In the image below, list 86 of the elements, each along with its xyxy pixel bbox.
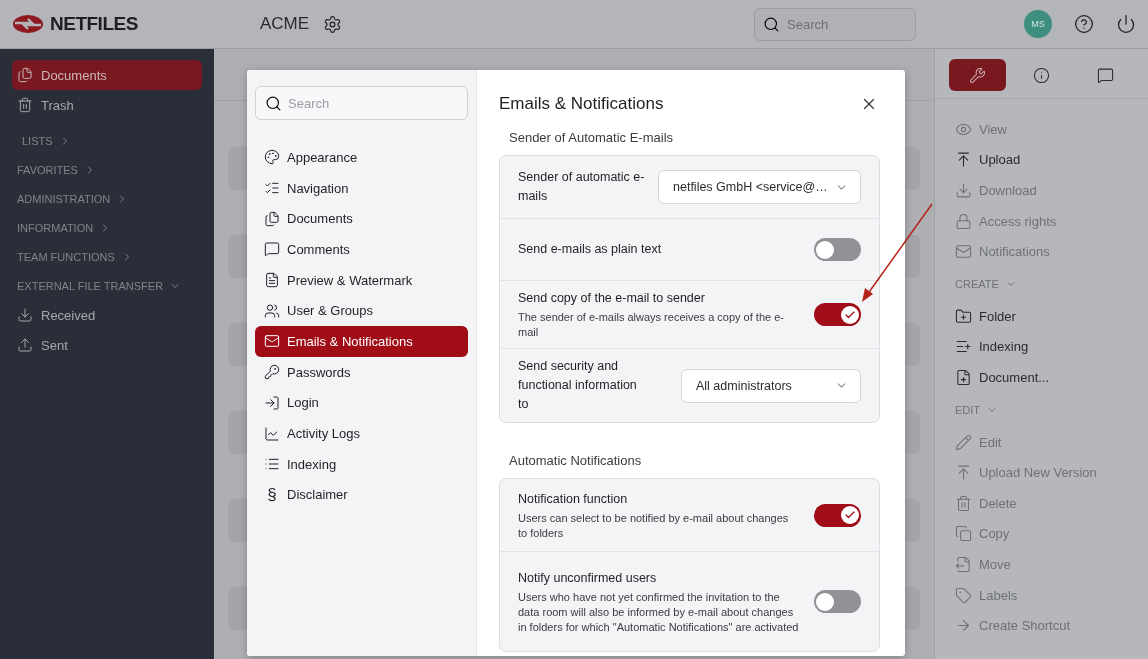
select-field[interactable]: All administrators: [681, 368, 861, 403]
upload-icon: [955, 151, 972, 169]
download-icon: [955, 182, 972, 199]
envelope-icon: [264, 333, 280, 350]
upload-icon: [17, 337, 33, 353]
chart-icon: [264, 425, 280, 442]
lock-icon: [955, 212, 972, 230]
sidebar-section[interactable]: FAVORITES: [12, 155, 202, 184]
action-item[interactable]: Indexing: [955, 331, 1128, 363]
sidebar-item[interactable]: Sent: [12, 330, 202, 360]
section-sign-icon: §: [264, 484, 280, 505]
sidebar-section[interactable]: ADMINISTRATION: [12, 184, 202, 213]
comment-icon: [1097, 66, 1114, 84]
pencil-icon: [955, 433, 972, 451]
info-icon: [1033, 66, 1050, 84]
panel-tab[interactable]: [949, 59, 1006, 91]
settings-nav-item[interactable]: Activity Logs: [255, 418, 468, 449]
settings-nav-item[interactable]: User & Groups: [255, 295, 468, 327]
search-field[interactable]: Search: [255, 86, 468, 120]
setting-description: Users can select to be notified by e-mail about changes to folders: [518, 510, 790, 541]
sidebar-section[interactable]: EXTERNAL FILE TRANSFER: [12, 271, 202, 300]
section-heading: Automatic Notifications: [508, 453, 643, 468]
check-icon: [844, 509, 856, 521]
workspace-name: ACME: [260, 14, 310, 34]
settings-nav-item[interactable]: Preview & Watermark: [255, 264, 468, 296]
setting-label: Sender of automatic e-mails: [518, 169, 646, 205]
sidebar-item[interactable]: Documents: [12, 60, 202, 90]
file-move-icon: [955, 555, 972, 573]
search-icon: [265, 94, 282, 112]
help-icon[interactable]: [1074, 14, 1094, 34]
search-icon: [763, 15, 780, 33]
logo-icon: [12, 14, 44, 34]
settings-nav-item[interactable]: Documents: [255, 203, 468, 235]
login-icon: [264, 394, 280, 411]
palette-icon: [264, 149, 280, 166]
copy-icon: [955, 525, 972, 543]
trash-icon: [955, 494, 972, 512]
action-item[interactable]: Document...: [955, 362, 1128, 393]
select-field[interactable]: netfiles GmbH <service@…: [658, 170, 861, 204]
sidebar-section[interactable]: TEAM FUNCTIONS: [12, 242, 202, 271]
users-icon: [264, 302, 280, 319]
setting-label: Send e-mails as plain text: [518, 241, 662, 258]
comment-icon: [264, 241, 280, 258]
brand-name: NETFILES: [50, 13, 138, 35]
sidebar-item[interactable]: Trash: [12, 90, 202, 120]
settings-nav-item[interactable]: Navigation: [255, 172, 468, 204]
setting-label: Send security and functional information to: [518, 358, 638, 413]
toggle-switch[interactable]: [814, 238, 861, 261]
section-heading: Sender of Automatic E-mails: [508, 130, 675, 145]
setting-label: Notification function: [518, 490, 629, 508]
settings-nav-item[interactable]: Indexing: [255, 448, 468, 480]
download-icon: [17, 307, 33, 323]
toggle-switch[interactable]: [814, 503, 861, 527]
upload-icon: [955, 464, 972, 482]
settings-nav-item[interactable]: Emails & Notifications: [255, 326, 468, 357]
dialog-title: Emails & Notifications: [499, 94, 664, 114]
folder-plus-icon: [955, 307, 972, 325]
action-item[interactable]: Upload: [955, 144, 1128, 176]
settings-nav-item[interactable]: Passwords: [255, 356, 468, 388]
setting-description: Users who have not yet confirmed the invitation to the data room will also be informed by e-mail about changes in folders for which "Automatic Notifications" are activated: [518, 589, 800, 635]
file-plus-icon: [955, 368, 972, 386]
documents-icon: [264, 210, 280, 227]
sidebar-section[interactable]: LISTS: [12, 126, 202, 155]
search-field[interactable]: Search: [754, 7, 916, 41]
key-icon: [264, 364, 280, 381]
setting-description: The sender of e-mails always receives a copy of the e-mail: [518, 310, 785, 340]
toggle-switch[interactable]: [814, 303, 861, 326]
settings-nav-item[interactable]: Comments: [255, 234, 468, 265]
sidebar-item[interactable]: Received: [12, 300, 202, 330]
tag-icon: [955, 586, 972, 604]
pdf-file-icon: [264, 272, 280, 289]
settings-icon[interactable]: [323, 14, 343, 34]
setting-label: Send copy of the e-mail to sender: [518, 290, 706, 307]
sidebar-section[interactable]: INFORMATION: [12, 213, 202, 242]
toggle-switch[interactable]: [814, 590, 861, 613]
wrench-icon: [969, 66, 986, 84]
setting-label: Notify unconfirmed users: [518, 569, 658, 587]
settings-nav-item[interactable]: § Disclaimer: [255, 479, 468, 511]
documents-icon: [17, 67, 33, 83]
settings-nav-item[interactable]: Login: [255, 387, 468, 419]
user-avatar[interactable]: MS: [1024, 10, 1052, 38]
power-icon[interactable]: [1116, 14, 1136, 34]
action-item[interactable]: Folder: [955, 300, 1128, 332]
settings-nav-item[interactable]: Appearance: [255, 142, 468, 173]
envelope-icon: [955, 243, 972, 261]
trash-icon: [17, 97, 33, 113]
